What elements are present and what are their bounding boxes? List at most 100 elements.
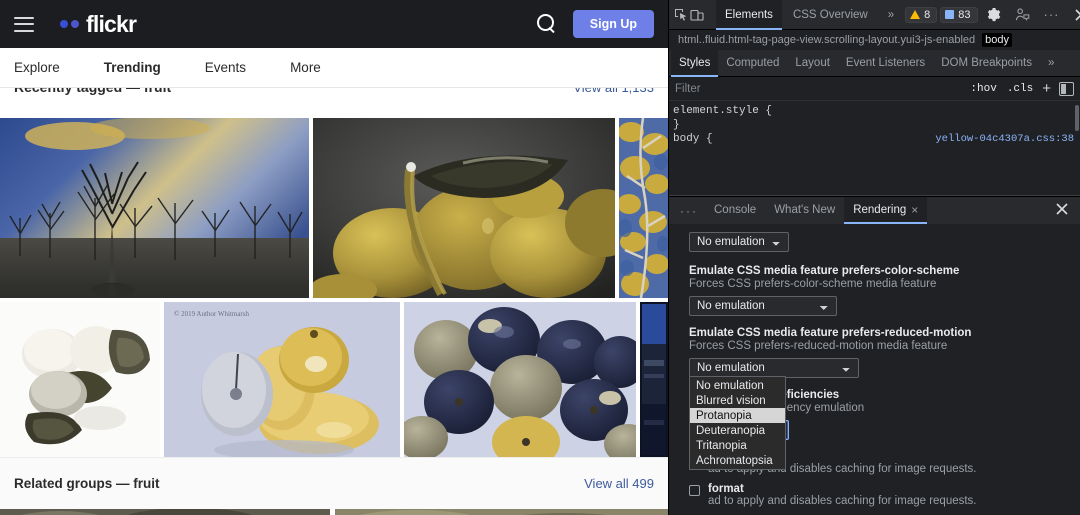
search-icon[interactable] (536, 14, 557, 34)
drawer-close-icon[interactable] (1048, 203, 1076, 218)
drawer-tab-rendering[interactable]: Rendering × (844, 197, 928, 224)
dropdown-option-achromatopsia[interactable]: Achromatopsia (690, 453, 785, 468)
photo-split-nuts-white-image (0, 302, 161, 457)
prefers-reduced-motion-title: Emulate CSS media feature prefers-reduce… (689, 327, 972, 339)
feedback-glyph (1015, 8, 1030, 21)
tab-layout[interactable]: Layout (787, 50, 838, 77)
avif-format-labels: format ad to apply and disables caching … (708, 483, 977, 507)
flickr-logo-dots-icon (60, 20, 79, 28)
warnings-badge[interactable]: 8 (905, 6, 938, 23)
photo-orchard-bare-trees[interactable] (0, 118, 310, 298)
photo-split-nuts-white[interactable] (0, 302, 161, 457)
dropdown-option-no-emulation[interactable]: No emulation (690, 378, 785, 393)
feedback-icon[interactable] (1010, 3, 1036, 27)
prefers-color-scheme-select[interactable]: No emulation (689, 296, 837, 316)
new-style-rule-button[interactable]: + (1038, 81, 1055, 96)
devtools-panel: Elements CSS Overview » 8 83 ··· html..f… (668, 0, 1080, 515)
photo-yellow-tree-branch[interactable] (619, 118, 668, 298)
group-thumb-2[interactable] (335, 509, 668, 515)
close-glyph (1074, 8, 1080, 21)
rendering-panel: No emulation Emulate CSS media feature p… (669, 224, 1080, 515)
prefers-color-scheme-title: Emulate CSS media feature prefers-color-… (689, 265, 960, 277)
breadcrumb: html..fluid.html-tag-page-view.scrolling… (669, 30, 1080, 50)
more-options-icon[interactable]: ··· (1039, 3, 1065, 27)
nav-item-trending[interactable]: Trending (82, 48, 183, 88)
tab-elements[interactable]: Elements (716, 0, 782, 30)
photo-dark-plums-pile-image (404, 302, 637, 457)
recently-tagged-header: Recently tagged — fruit View all 1,133 (0, 88, 668, 118)
nav-item-more[interactable]: More (268, 48, 343, 88)
sidebar-more-chevron-icon[interactable]: » (1040, 50, 1062, 77)
dropdown-option-tritanopia[interactable]: Tritanopia (690, 438, 785, 453)
issues-badge[interactable]: 83 (940, 6, 978, 23)
drawer-tab-whats-new-label: What's New (774, 204, 836, 216)
devtools-toolbar: Elements CSS Overview » 8 83 ··· (669, 0, 1080, 30)
drawer-tab-rendering-close-icon[interactable]: × (911, 197, 918, 224)
photo-orchard-bare-trees-image (0, 118, 310, 298)
group-thumb-1[interactable] (0, 508, 330, 515)
hamburger-menu-icon[interactable] (14, 16, 34, 32)
style-rule-body[interactable]: body { yellow-04c4307a.css:38 (673, 132, 1080, 146)
cls-button[interactable]: .cls (1002, 83, 1038, 95)
nav-item-events[interactable]: Events (183, 48, 268, 88)
photo-dark-plums-pile[interactable] (404, 302, 637, 457)
styles-bottom-divider (669, 195, 1080, 196)
drawer-tab-whats-new[interactable]: What's New (765, 197, 844, 224)
rendering-top-select[interactable]: No emulation (689, 232, 789, 252)
styles-pane: element.style { } body { yellow-04c4307a… (669, 101, 1080, 196)
breadcrumb-item-html[interactable]: html..fluid.html-tag-page-view.scrolling… (675, 33, 978, 47)
toggle-sidebar-icon[interactable] (1059, 81, 1074, 96)
recently-tagged-view-all-link[interactable]: View all 1,133 (573, 88, 654, 95)
style-rule-body-selector[interactable]: body { (673, 132, 713, 146)
related-groups-row (0, 508, 668, 515)
tab-more-chevron-icon[interactable]: » (879, 0, 903, 30)
devtools-toolbar-right: 8 83 ··· (905, 3, 1080, 27)
style-rule-element-style-close: } (673, 119, 680, 131)
tab-styles[interactable]: Styles (671, 49, 719, 77)
flickr-logo[interactable]: flickr (60, 10, 137, 38)
styles-scrollbar[interactable] (1075, 105, 1079, 131)
avif-format-checkbox[interactable] (689, 485, 700, 496)
photo-blue-strip[interactable] (640, 302, 668, 457)
drawer-more-icon[interactable]: ··· (673, 204, 705, 218)
drawer-tab-console-label: Console (714, 204, 757, 216)
tab-event-listeners[interactable]: Event Listeners (838, 50, 933, 77)
hov-button[interactable]: :hov (965, 83, 1001, 95)
device-toolbar-glyph (690, 9, 704, 21)
sign-up-button[interactable]: Sign Up (572, 10, 654, 38)
gear-icon[interactable] (981, 3, 1007, 27)
nav-item-explore[interactable]: Explore (14, 48, 82, 88)
drawer-tab-console[interactable]: Console (705, 197, 765, 224)
group-thumb-2-image (335, 509, 668, 515)
tab-dom-breakpoints[interactable]: DOM Breakpoints (933, 50, 1040, 77)
related-groups-view-all-link[interactable]: View all 499 (584, 476, 654, 491)
photo-yellow-fruit-trio[interactable]: © 2019 Author Whitmarsh (164, 302, 401, 457)
photo-lemons-closeup[interactable] (313, 118, 616, 298)
device-toolbar-icon[interactable] (690, 3, 704, 27)
tab-css-overview[interactable]: CSS Overview (784, 0, 877, 30)
styles-filter-input[interactable] (675, 82, 966, 95)
prefers-reduced-motion-subtitle: Forces CSS prefers-reduced-motion media … (689, 340, 948, 352)
vision-deficiencies-dropdown-list[interactable]: No emulation Blurred vision Protanopia D… (689, 376, 786, 470)
close-devtools-icon[interactable] (1068, 3, 1080, 27)
dropdown-option-protanopia[interactable]: Protanopia (690, 408, 785, 423)
photo-yellow-tree-branch-image (619, 118, 668, 298)
svg-text:© 2019 Author Whitmarsh: © 2019 Author Whitmarsh (174, 310, 249, 318)
flickr-logo-text: flickr (86, 10, 137, 37)
tab-computed[interactable]: Computed (718, 50, 787, 77)
drawer-tab-rendering-label: Rendering (853, 204, 907, 216)
style-rule-body-source[interactable]: yellow-04c4307a.css:38 (935, 132, 1074, 146)
dropdown-option-blurred-vision[interactable]: Blurred vision (690, 393, 785, 408)
inspect-element-icon[interactable] (674, 3, 688, 27)
screenshot-root: flickr Sign Up Explore Trending Events M… (0, 0, 1080, 515)
flickr-header: flickr Sign Up (0, 0, 668, 48)
photo-row-2: © 2019 Author Whitmarsh (0, 302, 668, 457)
flickr-header-actions: Sign Up (536, 10, 654, 38)
issues-count: 83 (958, 8, 971, 21)
prefers-reduced-motion-select[interactable]: No emulation (689, 358, 859, 378)
rendering-checkbox-row-2: format ad to apply and disables caching … (689, 483, 1080, 507)
style-rule-element-style-selector[interactable]: element.style { (673, 104, 1080, 118)
breadcrumb-item-body[interactable]: body (982, 33, 1012, 47)
photo-grid: © 2019 Author Whitmarsh (0, 118, 668, 457)
dropdown-option-deuteranopia[interactable]: Deuteranopia (690, 423, 785, 438)
